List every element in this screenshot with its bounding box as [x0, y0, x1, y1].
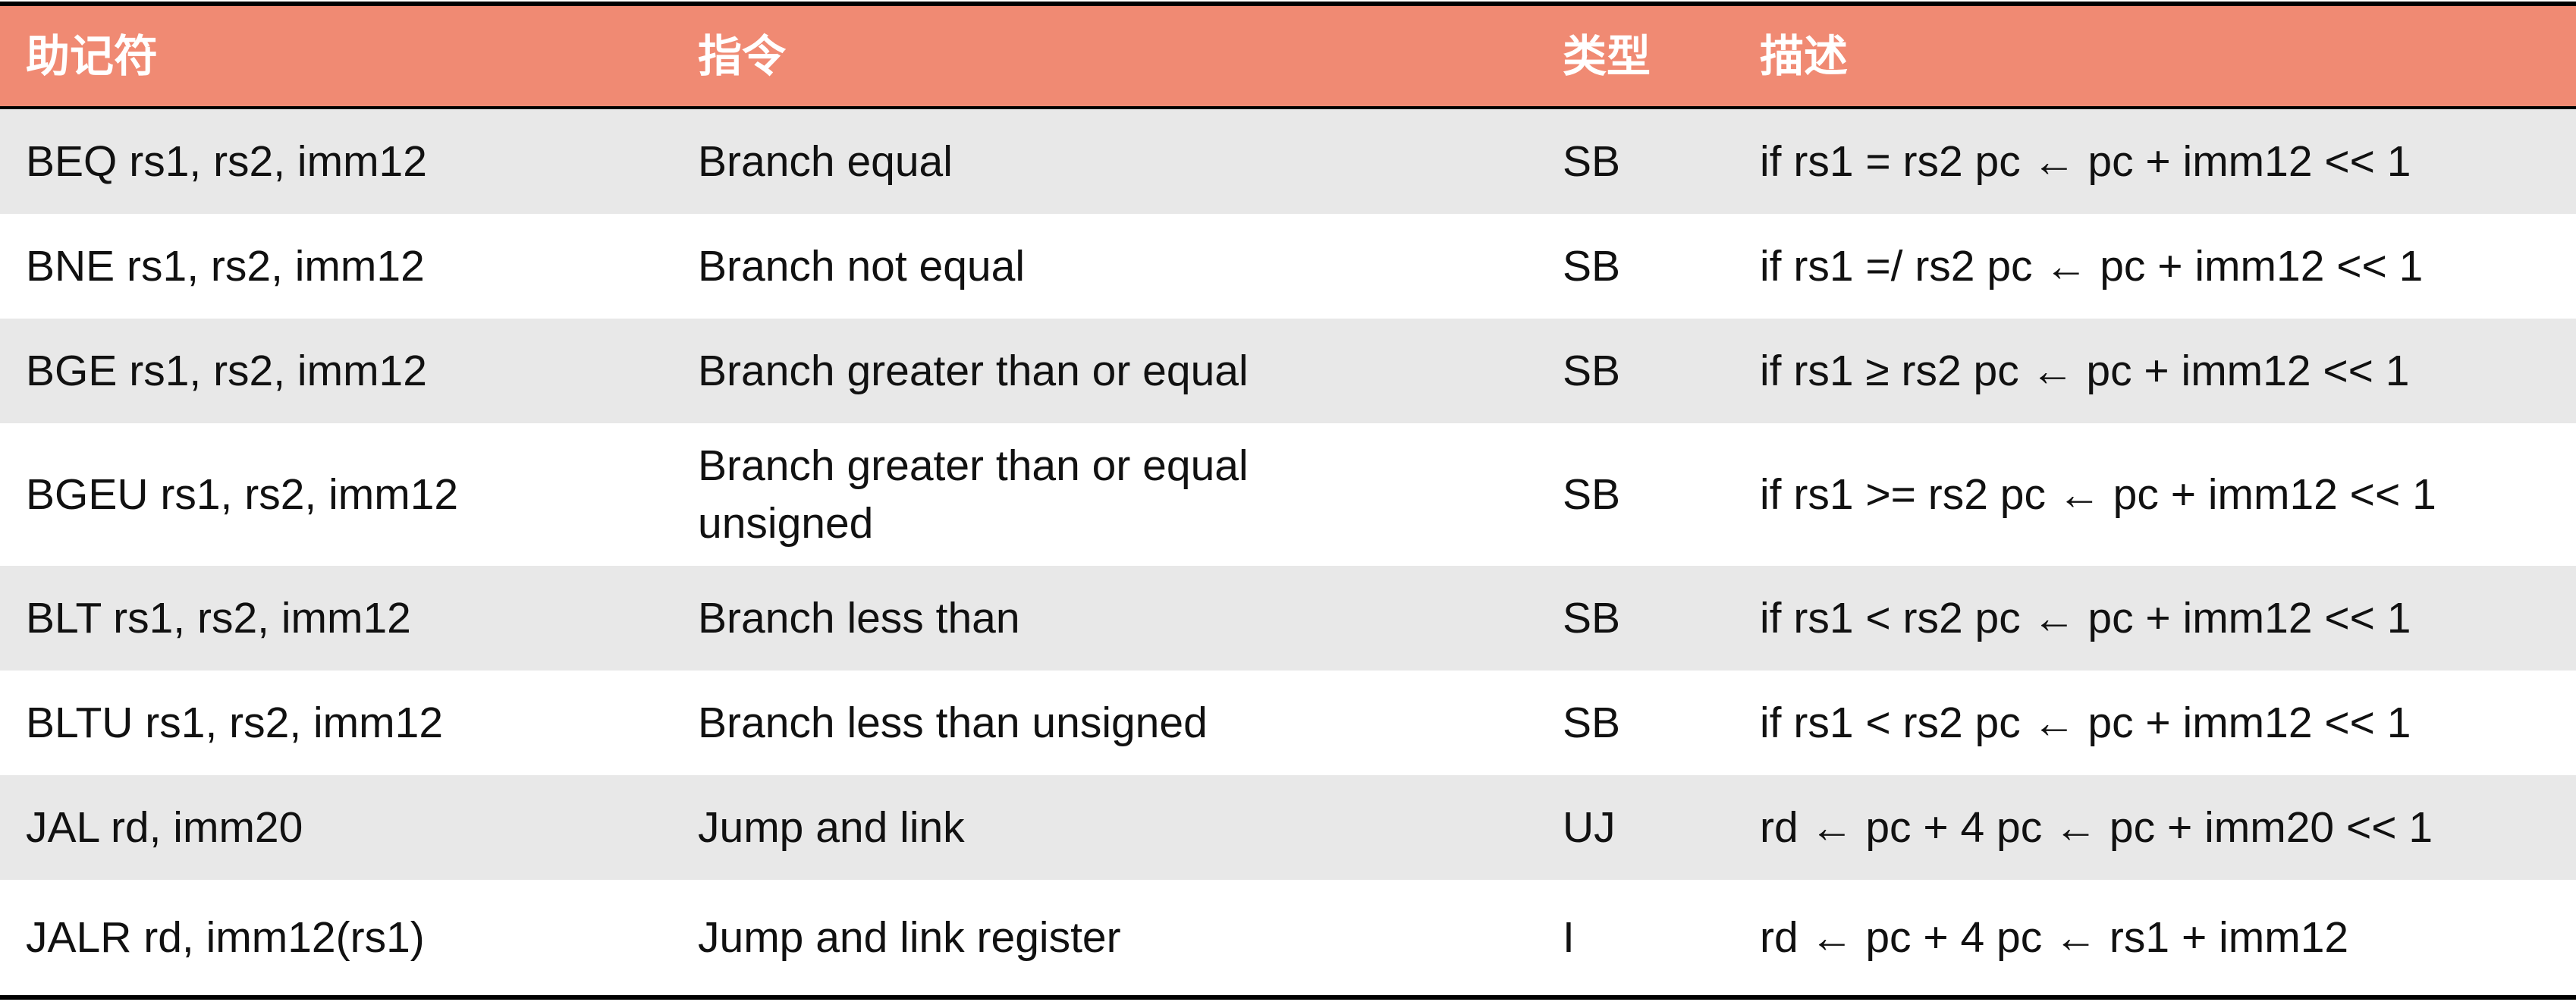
instruction-table: 助记符 指令 类型 描述 BEQ rs1, rs2, imm12 Branch … — [0, 0, 2576, 1005]
type-cell: SB — [1563, 347, 1621, 395]
table-row: JAL rd, imm20 Jump and link UJ rd ← pc +… — [0, 775, 2576, 880]
header-type: 类型 — [1563, 30, 1651, 82]
table-row: JALR rd, imm12(rs1) Jump and link regist… — [0, 880, 2576, 995]
table-row: BLT rs1, rs2, imm12 Branch less than SB … — [0, 566, 2576, 671]
mnemonic-cell: BGE rs1, rs2, imm12 — [26, 347, 427, 395]
type-cell: UJ — [1563, 803, 1616, 852]
description-cell: if rs1 =/ rs2 pc ← pc + imm12 << 1 — [1760, 242, 2424, 291]
type-cell: SB — [1563, 470, 1621, 519]
instruction-cell: Branch less than — [698, 594, 1020, 642]
instruction-cell: Branch greater than or equal unsigned — [698, 441, 1249, 548]
type-cell: SB — [1563, 594, 1621, 642]
description-cell: if rs1 < rs2 pc ← pc + imm12 << 1 — [1760, 699, 2411, 747]
mnemonic-cell: BNE rs1, rs2, imm12 — [26, 242, 425, 291]
mnemonic-cell: BLTU rs1, rs2, imm12 — [26, 699, 444, 747]
table-row: BGE rs1, rs2, imm12 Branch greater than … — [0, 319, 2576, 423]
description-cell: rd ← pc + 4 pc ← rs1 + imm12 — [1760, 913, 2349, 962]
mnemonic-cell: JAL rd, imm20 — [26, 803, 303, 852]
instruction-cell: Branch equal — [698, 137, 953, 186]
table-bottom-rule — [0, 995, 2576, 1000]
table-row: BLTU rs1, rs2, imm12 Branch less than un… — [0, 671, 2576, 775]
instruction-cell: Jump and link — [698, 803, 965, 852]
type-cell: SB — [1563, 242, 1621, 291]
description-cell: if rs1 ≥ rs2 pc ← pc + imm12 << 1 — [1760, 347, 2410, 395]
mnemonic-cell: BEQ rs1, rs2, imm12 — [26, 137, 427, 186]
mnemonic-cell: JALR rd, imm12(rs1) — [26, 913, 425, 962]
header-mnemonic: 助记符 — [26, 30, 159, 82]
table-row: BEQ rs1, rs2, imm12 Branch equal SB if r… — [0, 109, 2576, 214]
description-cell: if rs1 = rs2 pc ← pc + imm12 << 1 — [1760, 137, 2411, 186]
description-cell: rd ← pc + 4 pc ← pc + imm20 << 1 — [1760, 803, 2433, 852]
instruction-cell: Jump and link register — [698, 913, 1121, 962]
table-header-row: 助记符 指令 类型 描述 — [0, 6, 2576, 106]
description-cell: if rs1 >= rs2 pc ← pc + imm12 << 1 — [1760, 470, 2436, 519]
mnemonic-cell: BLT rs1, rs2, imm12 — [26, 594, 411, 642]
table-row: BGEU rs1, rs2, imm12 Branch greater than… — [0, 423, 2576, 566]
header-instruction: 指令 — [698, 30, 787, 82]
description-cell: if rs1 < rs2 pc ← pc + imm12 << 1 — [1760, 594, 2411, 642]
mnemonic-cell: BGEU rs1, rs2, imm12 — [26, 470, 459, 519]
instruction-cell: Branch less than unsigned — [698, 699, 1208, 747]
instruction-cell: Branch not equal — [698, 242, 1025, 291]
type-cell: SB — [1563, 137, 1621, 186]
table-row: BNE rs1, rs2, imm12 Branch not equal SB … — [0, 214, 2576, 319]
instruction-cell: Branch greater than or equal — [698, 347, 1249, 395]
header-description: 描述 — [1760, 30, 1849, 82]
type-cell: SB — [1563, 699, 1621, 747]
type-cell: I — [1563, 913, 1575, 962]
